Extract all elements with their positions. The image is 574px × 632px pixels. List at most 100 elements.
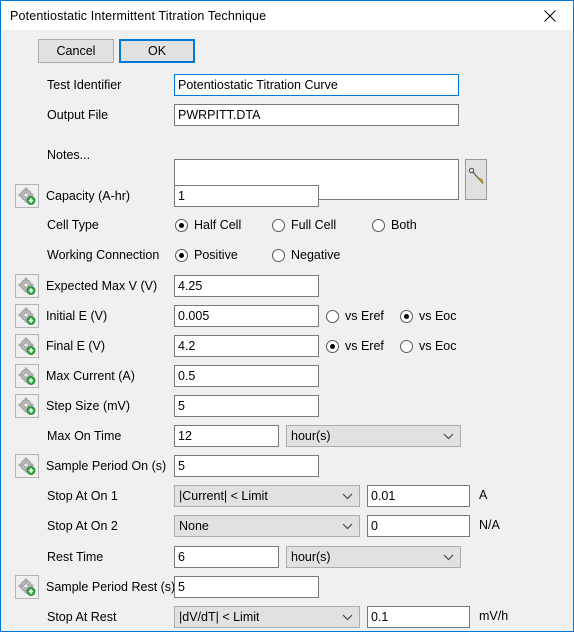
gear-plus-icon bbox=[16, 337, 38, 355]
working-connection-radio-negative[interactable]: Negative bbox=[272, 245, 340, 265]
radio-dot bbox=[400, 309, 413, 323]
row-test-identifier: Test Identifier bbox=[1, 71, 573, 99]
stop-at-rest-unit: mV/h bbox=[479, 609, 509, 623]
row-rest-time: Rest Time hour(s) bbox=[1, 543, 573, 571]
radio-dot bbox=[272, 248, 285, 262]
initial-e-radio-vs-eoc[interactable]: vs Eoc bbox=[400, 306, 457, 326]
stop-at-on-1-unit: A bbox=[479, 488, 488, 502]
rest-time-unit-select[interactable]: hour(s) bbox=[286, 546, 461, 568]
stop-at-rest-condition-value: |dV/dT| < Limit bbox=[179, 610, 260, 624]
cell-type-radio-half-cell[interactable]: Half Cell bbox=[175, 215, 241, 235]
working-connection-radio-positive[interactable]: Positive bbox=[175, 245, 238, 265]
radio-label: Half Cell bbox=[194, 218, 242, 232]
row-final-e: Final E (V) vs Eref vs Eoc bbox=[1, 332, 573, 360]
dialog-window: Potentiostatic Intermittent Titration Te… bbox=[0, 0, 574, 632]
cell-type-label: Cell Type bbox=[47, 218, 99, 232]
output-file-input[interactable] bbox=[174, 104, 459, 126]
chevron-down-icon bbox=[342, 486, 353, 506]
stop-at-rest-value-input[interactable] bbox=[367, 606, 470, 628]
stop-at-on-1-label: Stop At On 1 bbox=[47, 489, 118, 503]
radio-label: Positive bbox=[194, 248, 238, 262]
radio-label: vs Eoc bbox=[419, 309, 457, 323]
step-size-input[interactable] bbox=[174, 395, 319, 417]
test-identifier-label: Test Identifier bbox=[47, 78, 122, 92]
radio-dot bbox=[326, 339, 339, 353]
cancel-button[interactable]: Cancel bbox=[38, 39, 114, 63]
gear-plus-icon bbox=[16, 307, 38, 325]
stop-at-on-1-value-input[interactable] bbox=[367, 485, 470, 507]
chevron-down-icon bbox=[443, 426, 454, 446]
row-step-size: Step Size (mV) bbox=[1, 392, 573, 420]
gear-plus-icon bbox=[16, 277, 38, 295]
expected-max-v-gear-button[interactable] bbox=[15, 274, 39, 298]
sample-period-on-gear-button[interactable] bbox=[15, 454, 39, 478]
radio-dot bbox=[272, 218, 285, 232]
chevron-down-icon bbox=[342, 607, 353, 627]
max-on-time-unit-value: hour(s) bbox=[291, 429, 331, 443]
close-button[interactable] bbox=[527, 1, 573, 30]
sample-period-rest-gear-button[interactable] bbox=[15, 575, 39, 599]
radio-dot bbox=[372, 218, 385, 232]
initial-e-label: Initial E (V) bbox=[46, 309, 108, 323]
max-current-label: Max Current (A) bbox=[46, 369, 135, 383]
final-e-gear-button[interactable] bbox=[15, 334, 39, 358]
expected-max-v-input[interactable] bbox=[174, 275, 319, 297]
row-output-file: Output File bbox=[1, 101, 573, 129]
max-on-time-unit-select[interactable]: hour(s) bbox=[286, 425, 461, 447]
ok-button[interactable]: OK bbox=[119, 39, 195, 63]
row-initial-e: Initial E (V) vs Eref vs Eoc bbox=[1, 302, 573, 330]
max-current-gear-button[interactable] bbox=[15, 364, 39, 388]
step-size-label: Step Size (mV) bbox=[46, 399, 131, 413]
final-e-input[interactable] bbox=[174, 335, 319, 357]
stop-at-on-2-value-input[interactable] bbox=[367, 515, 470, 537]
gear-plus-icon bbox=[16, 367, 38, 385]
row-stop-at-on-2: Stop At On 2 None N/A bbox=[1, 512, 573, 540]
row-max-current: Max Current (A) bbox=[1, 362, 573, 390]
stop-at-on-2-condition-select[interactable]: None bbox=[174, 515, 360, 537]
working-connection-label: Working Connection bbox=[47, 248, 160, 262]
initial-e-radio-vs-eref[interactable]: vs Eref bbox=[326, 306, 384, 326]
stop-at-on-1-condition-value: |Current| < Limit bbox=[179, 489, 268, 503]
row-sample-period-on: Sample Period On (s) bbox=[1, 452, 573, 480]
row-max-on-time: Max On Time hour(s) bbox=[1, 422, 573, 450]
initial-e-gear-button[interactable] bbox=[15, 304, 39, 328]
sample-period-on-input[interactable] bbox=[174, 455, 319, 477]
final-e-radio-vs-eref[interactable]: vs Eref bbox=[326, 336, 384, 356]
radio-dot bbox=[175, 248, 188, 262]
radio-dot bbox=[175, 218, 188, 232]
radio-label: Full Cell bbox=[291, 218, 337, 232]
row-cell-type: Cell Type Half Cell Full Cell Both bbox=[1, 211, 573, 239]
stop-at-on-2-label: Stop At On 2 bbox=[47, 519, 118, 533]
capacity-gear-button[interactable] bbox=[15, 184, 39, 208]
stop-at-rest-condition-select[interactable]: |dV/dT| < Limit bbox=[174, 606, 360, 628]
cell-type-radio-full-cell[interactable]: Full Cell bbox=[272, 215, 336, 235]
max-on-time-input[interactable] bbox=[174, 425, 279, 447]
radio-dot bbox=[400, 339, 413, 353]
final-e-label: Final E (V) bbox=[46, 339, 106, 353]
stop-at-on-1-condition-select[interactable]: |Current| < Limit bbox=[174, 485, 360, 507]
stop-at-on-2-unit: N/A bbox=[479, 518, 500, 532]
stop-at-on-2-condition-value: None bbox=[179, 519, 209, 533]
max-current-input[interactable] bbox=[174, 365, 319, 387]
radio-label: Negative bbox=[291, 248, 341, 262]
stop-at-rest-label: Stop At Rest bbox=[47, 610, 117, 624]
step-size-gear-button[interactable] bbox=[15, 394, 39, 418]
cell-type-radio-both[interactable]: Both bbox=[372, 215, 417, 235]
max-on-time-label: Max On Time bbox=[47, 429, 122, 443]
expected-max-v-label: Expected Max V (V) bbox=[46, 279, 158, 293]
rest-time-unit-value: hour(s) bbox=[291, 550, 331, 564]
rest-time-label: Rest Time bbox=[47, 550, 104, 564]
initial-e-input[interactable] bbox=[174, 305, 319, 327]
rest-time-input[interactable] bbox=[174, 546, 279, 568]
sample-period-rest-input[interactable] bbox=[174, 576, 319, 598]
test-identifier-input[interactable] bbox=[174, 74, 459, 96]
capacity-input[interactable] bbox=[174, 185, 319, 207]
radio-label: Both bbox=[391, 218, 417, 232]
capacity-label: Capacity (A-hr) bbox=[46, 189, 131, 203]
final-e-radio-vs-eoc[interactable]: vs Eoc bbox=[400, 336, 457, 356]
window-title: Potentiostatic Intermittent Titration Te… bbox=[10, 8, 267, 23]
gear-plus-icon bbox=[16, 578, 38, 596]
sample-period-on-label: Sample Period On (s) bbox=[46, 459, 167, 473]
row-working-connection: Working Connection Positive Negative bbox=[1, 241, 573, 269]
row-capacity: Capacity (A-hr) bbox=[1, 182, 573, 210]
